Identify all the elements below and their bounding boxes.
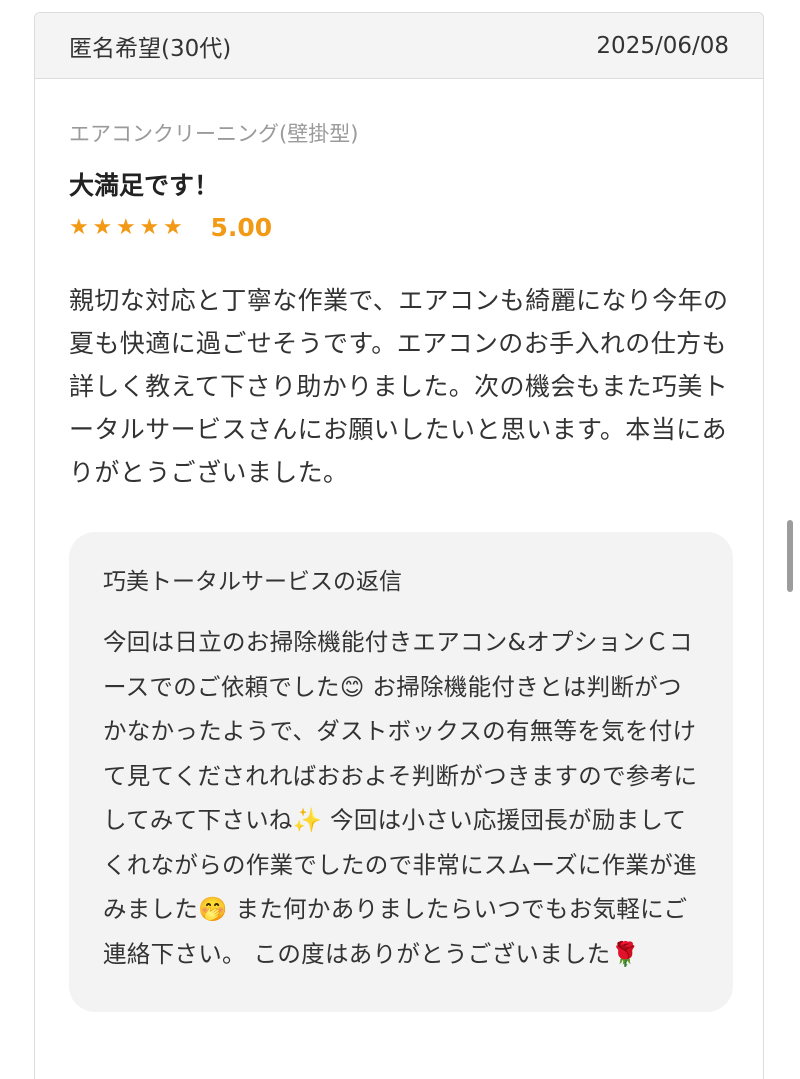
reply-title: 巧美トータルサービスの返信 (103, 569, 402, 595)
scrollbar[interactable] (787, 520, 793, 592)
star-rating: ★ ★ ★ ★ ★ (69, 213, 187, 243)
reply-text: 今回は日立のお掃除機能付きエアコン&オプションＣコースでのご依頼でした😊 お掃除… (103, 628, 698, 968)
star-icon: ★ (92, 215, 113, 240)
rating: ★ ★ ★ ★ ★ 5.00 (69, 211, 729, 245)
reply-box: 巧美トータルサービスの返信 今回は日立のお掃除機能付きエアコン&オプションＣコー… (69, 532, 733, 1012)
service-name: エアコンクリーニング(壁掛型) (69, 122, 359, 146)
star-icon: ★ (116, 215, 136, 240)
review-title: 大満足です！ (69, 171, 220, 200)
star-icon: ★ (163, 215, 183, 240)
review-text: 親切な対応と丁寧な作業で、エアコンも綺麗になり今年の夏も快適に過ごせそうです。エ… (69, 286, 729, 487)
star-icon: ★ (139, 215, 160, 240)
review-card: 匿名希望(30代) 2025/06/08 エアコンクリーニング(壁掛型) 大満足… (34, 12, 764, 1079)
review-header: 匿名希望(30代) 2025/06/08 (35, 13, 763, 79)
review-body: エアコンクリーニング(壁掛型) 大満足です！ ★ ★ ★ ★ ★ 5.00 親切… (35, 79, 763, 1012)
star-icon: ★ (69, 215, 89, 240)
rating-score: 5.00 (210, 213, 273, 242)
reviewer-name: 匿名希望(30代) (69, 35, 232, 62)
review-date: 2025/06/08 (596, 32, 729, 59)
review-page: 匿名希望(30代) 2025/06/08 エアコンクリーニング(壁掛型) 大満足… (0, 0, 800, 1079)
